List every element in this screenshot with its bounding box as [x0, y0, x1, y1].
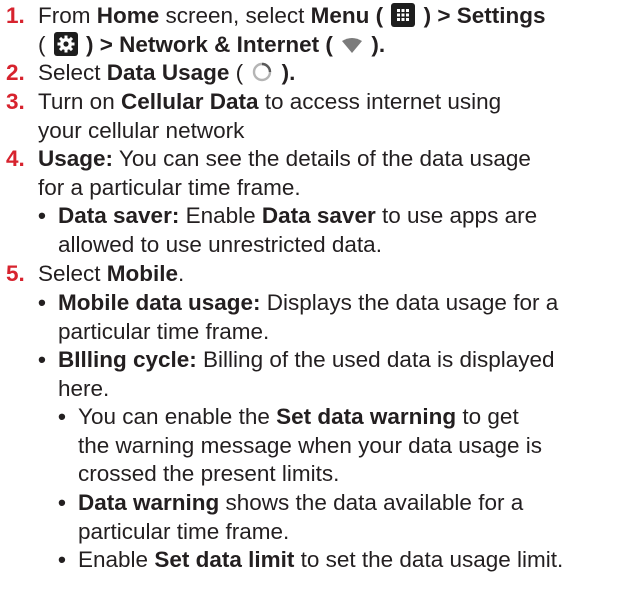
step-number: 2. [6, 60, 25, 85]
data-usage-ring-icon [253, 62, 272, 82]
step-number: 4. [6, 146, 25, 171]
bullet-dot: • [58, 404, 66, 429]
step-text-line: Usage: You can see the details of the da… [38, 146, 531, 171]
instruction-page: 1. From Home screen, select Menu ( ) > S… [0, 0, 641, 594]
bullet-text-line: here. [58, 375, 110, 401]
step-text-line: Turn on Cellular Data to access internet… [38, 89, 502, 114]
data-usage-label: Data Usage [106, 60, 230, 85]
step-number: 1. [6, 3, 25, 28]
step-text-line: ( ) > Network & Internet ( ). [38, 31, 386, 57]
home-label: Home [96, 3, 160, 28]
bullet-text-line: Mobile data usage: Displays the data usa… [58, 290, 559, 315]
step-text-line: your cellular network [38, 117, 245, 143]
bullet-text-line: BIlling cycle: Billing of the used data … [58, 347, 555, 372]
wifi-wedge-icon [342, 37, 363, 53]
bullet-text-line: allowed to use unrestricted data. [58, 231, 382, 257]
step-text-line: for a particular time frame. [38, 174, 301, 200]
bullet-dot: • [38, 203, 46, 228]
settings-gear-icon [53, 31, 78, 56]
usage-label: Usage: [38, 146, 114, 171]
bullet-dot: • [38, 290, 46, 315]
bullet-text-line: the warning message when your data usage… [78, 432, 543, 458]
cellular-data-label: Cellular Data [120, 89, 259, 114]
bullet-text-line: particular time frame. [78, 518, 290, 544]
step-text-line: From Home screen, select Menu ( ) > Sett… [38, 3, 546, 28]
bullet-dot: • [38, 347, 46, 372]
bullet-dot: • [58, 490, 66, 515]
bullet-text-line: You can enable the Set data warning to g… [78, 404, 519, 429]
bullet-text-line: Data saver: Enable Data saver to use app… [58, 203, 538, 228]
step-text-line: Select Mobile. [38, 261, 185, 286]
step-number: 5. [6, 261, 25, 286]
bullet-text-line: Enable Set data limit to set the data us… [78, 547, 564, 572]
menu-grid-icon [391, 3, 416, 27]
bullet-dot: • [58, 547, 66, 572]
mobile-label: Mobile [106, 261, 179, 286]
step-text-line: Select Data Usage ( ). [38, 60, 296, 85]
bullet-text-line: crossed the present limits. [78, 461, 340, 487]
step-number: 3. [6, 89, 25, 114]
bullet-text-line: particular time frame. [58, 318, 270, 344]
menu-label: Menu [310, 3, 370, 28]
bullet-text-line: Data warning shows the data available fo… [78, 490, 524, 515]
